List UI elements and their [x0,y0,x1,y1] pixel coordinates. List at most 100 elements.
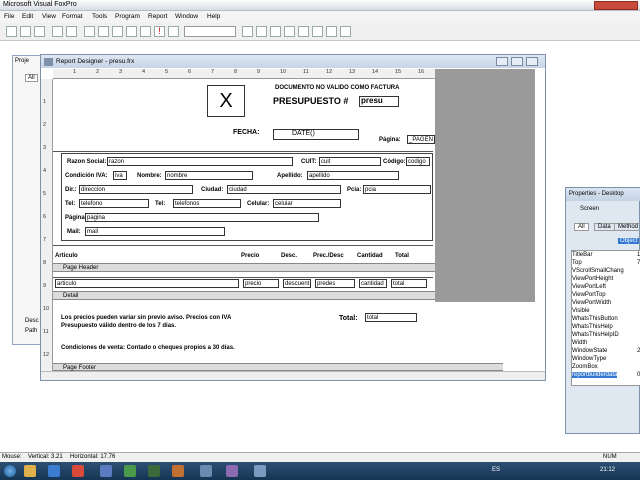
properties-window[interactable]: Properties - Desktop Screen All Data Met… [565,187,640,434]
prop-item[interactable]: Visible [572,308,590,314]
fecha-label[interactable]: FECHA: [233,129,259,136]
run-icon[interactable]: ! [154,26,165,37]
prop-item[interactable]: ViewPortWidth [572,300,611,306]
det-articulo[interactable]: articulo [55,279,239,288]
ciudad-label[interactable]: Ciudad: [201,187,223,193]
save-icon[interactable] [34,26,45,37]
close-button[interactable] [526,57,538,66]
menu-edit[interactable]: Edit [22,13,33,20]
paste-icon[interactable] [112,26,123,37]
col-desc[interactable]: Desc. [281,253,297,259]
clock[interactable]: 21:12 [600,467,615,473]
band-page-footer[interactable]: Page Footer [53,363,503,371]
menu-format[interactable]: Format [62,13,83,20]
codigo-field[interactable]: codigo [406,157,430,166]
razon-field[interactable]: razon [107,157,293,166]
language-indicator[interactable]: ES [492,467,500,473]
prop-item[interactable]: Width [572,340,587,346]
det-cantidad[interactable]: cantidad [359,279,387,288]
razon-label[interactable]: Razon Social: [67,159,106,165]
celular-field[interactable]: celular [273,199,341,208]
vfp2-icon[interactable] [226,465,238,477]
pagina2-field[interactable]: pagina [85,213,319,222]
det-total[interactable]: total [391,279,427,288]
prop-item[interactable]: Top [572,260,582,266]
presupuesto-label[interactable]: PRESUPUESTO # [273,96,348,106]
col-total[interactable]: Total [395,253,409,259]
acrobat-icon[interactable] [72,465,84,477]
modify-icon[interactable] [168,26,179,37]
col-articulo[interactable]: Articulo [55,253,78,259]
prop-item[interactable]: TitleBar [572,252,592,258]
grid-icon[interactable] [256,26,267,37]
footer-total-label[interactable]: Total: [339,315,358,322]
det-precio[interactable]: precio [243,279,279,288]
menu-help[interactable]: Help [207,13,220,20]
footer-condiciones[interactable]: Condiciones de venta: Contado o cheques … [61,345,235,351]
help-icon[interactable] [340,26,351,37]
tel2-label[interactable]: Tel: [155,201,165,207]
fecha-field[interactable]: DATE() [273,129,359,140]
footer-line2[interactable]: Presupuesto válido dentro de los 7 días. [61,323,176,329]
vfp-icon[interactable] [200,465,212,477]
prop-item[interactable]: ViewPortLeft [572,284,606,290]
dir-field[interactable]: direccion [79,185,193,194]
start-button[interactable] [4,465,16,477]
menu-report[interactable]: Report [148,13,168,20]
header-x-box[interactable]: X [207,85,245,117]
print-icon[interactable] [52,26,63,37]
menu-window[interactable]: Window [175,13,198,20]
dir-label[interactable]: Dir.: [65,187,77,193]
properties-tab-data[interactable]: Data [594,223,615,231]
builder-icon[interactable] [326,26,337,37]
menu-file[interactable]: File [4,13,14,20]
prop-item[interactable]: WindowState [572,348,607,354]
properties-tab-method[interactable]: Method [614,223,640,231]
menu-program[interactable]: Program [115,13,140,20]
col-cantidad[interactable]: Cantidad [357,253,383,259]
codigo-label[interactable]: Código: [383,159,406,165]
class-icon[interactable] [312,26,323,37]
redo-icon[interactable] [140,26,151,37]
tel-field[interactable]: telefono [79,199,149,208]
nombre-label[interactable]: Nombre: [137,173,162,179]
cuit-label[interactable]: CUIT: [301,159,316,165]
properties-icon[interactable] [270,26,281,37]
excel2-icon[interactable] [148,465,160,477]
pagina-label[interactable]: Página: [379,137,401,143]
word-icon[interactable] [100,465,112,477]
menu-view[interactable]: View [42,13,56,20]
new-icon[interactable] [6,26,17,37]
pagina-field[interactable]: _PAGEN [407,135,435,144]
pcia-field[interactable]: pcia [363,185,431,194]
det-descuent[interactable]: descuent [283,279,311,288]
menu-tools[interactable]: Tools [92,13,107,20]
prop-item[interactable]: WhatsThisHelpID [572,332,619,338]
explorer-icon[interactable] [24,465,36,477]
prop-item[interactable]: WhatsThisButton [572,316,618,322]
minimize-button[interactable] [496,57,508,66]
nombre-field[interactable]: nombre [165,171,253,180]
pagina2-label[interactable]: Página: [65,215,87,221]
ie-icon[interactable] [48,465,60,477]
prop-item[interactable]: ViewPortHeight [572,276,613,282]
properties-selected[interactable]: Object [618,238,640,244]
cut-icon[interactable] [84,26,95,37]
form-icon[interactable] [242,26,253,37]
code-icon[interactable] [284,26,295,37]
doc-notice[interactable]: DOCUMENTO NO VALIDO COMO FACTURA [275,85,399,91]
mail-label[interactable]: Mail: [67,229,81,235]
prop-item[interactable]: WhatsThisHelp [572,324,613,330]
det-predes[interactable]: predes [315,279,355,288]
col-precdesc[interactable]: Prec./Desc [313,253,344,259]
tel-label[interactable]: Tel: [65,201,75,207]
data-icon[interactable] [298,26,309,37]
cuit-field[interactable]: cuit [319,157,381,166]
apellido-label[interactable]: Apellido: [277,173,303,179]
prop-item[interactable]: ZoomBox [572,364,598,370]
window-controls[interactable] [594,1,638,10]
report-designer-window[interactable]: Report Designer - presu.frx 1 2 3 4 5 6 7 8 9 10 1… [40,54,546,381]
ciudad-field[interactable]: ciudad [227,185,341,194]
prop-item[interactable]: ViewPortTop [572,292,606,298]
prop-item[interactable]: VScrollSmallChang [572,268,624,274]
